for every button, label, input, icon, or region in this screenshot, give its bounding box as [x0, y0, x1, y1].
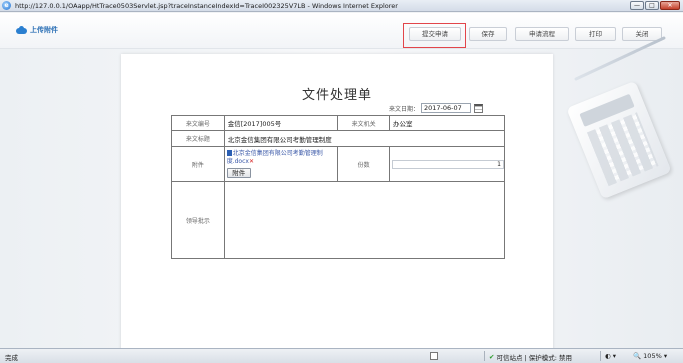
- doc-number-value: 金信[2017]005号: [223, 115, 339, 131]
- minimize-button[interactable]: —: [630, 1, 644, 10]
- org-label: 来文机关: [337, 115, 390, 131]
- globe-icon[interactable]: ◐ ▾: [605, 352, 616, 360]
- check-icon: ✔: [489, 353, 495, 361]
- app-content: 上传附件 提交申请 保存 申请流程 打印 关闭 文件处理单 来文日期： 2017…: [0, 13, 683, 348]
- attachment-cell: 北京金信集团有限公司考勤管理制度.docx✕ 附件: [223, 146, 339, 182]
- date-input[interactable]: 2017-06-07: [421, 103, 472, 113]
- save-button[interactable]: 保存: [469, 27, 507, 41]
- submit-application-button[interactable]: 提交申请: [409, 27, 461, 41]
- calendar-icon[interactable]: [474, 103, 484, 113]
- document-paper: 文件处理单 来文日期： 2017-06-07 来文编号 金信[2017]005号…: [121, 54, 553, 348]
- date-label: 来文日期：: [389, 105, 420, 113]
- zoom-level: 105%: [643, 352, 662, 360]
- status-bar: 完成 ✔ 可信站点 | 保护模式: 禁用 ◐ ▾ 🔍 105% ▾: [0, 348, 683, 363]
- attachment-link[interactable]: 北京金信集团有限公司考勤管理制度.docx✕: [226, 150, 336, 166]
- document-title: 文件处理单: [301, 88, 372, 103]
- status-separator-2: [600, 351, 601, 361]
- trusted-sites-zone: ✔ 可信站点 | 保护模式: 禁用: [489, 352, 572, 362]
- window-title: http://127.0.0.1/OAapp/HtTrace0503Servle…: [15, 1, 398, 10]
- decorative-calculator: [566, 80, 672, 200]
- maximize-button[interactable]: □: [645, 1, 659, 10]
- delete-attachment-icon[interactable]: ✕: [249, 158, 254, 165]
- application-flow-button[interactable]: 申请流程: [515, 27, 569, 41]
- trusted-sites-text: 可信站点 | 保护模式: 禁用: [496, 354, 573, 362]
- copies-cell: 1: [389, 146, 505, 182]
- date-row: 来文日期： 2017-06-07: [389, 103, 484, 113]
- window-controls: — □ ✕: [630, 1, 680, 10]
- close-window-button[interactable]: ✕: [660, 1, 680, 10]
- copies-label: 份数: [337, 146, 390, 182]
- status-separator: [484, 351, 485, 361]
- upload-label: 上传附件: [30, 26, 58, 34]
- org-value: 办公室: [389, 115, 505, 131]
- word-document-icon: [226, 150, 232, 156]
- doc-number-label: 来文编号: [171, 115, 225, 131]
- leader-comment-label: 领导批示: [171, 181, 225, 259]
- ie-logo-icon: e: [2, 1, 11, 10]
- attachment-file-name: 北京金信集团有限公司考勤管理制度.docx: [226, 150, 323, 165]
- status-done: 完成: [5, 354, 18, 362]
- page-status-icon: [430, 352, 438, 360]
- calculator-keys: [586, 112, 659, 187]
- print-button[interactable]: 打印: [575, 27, 616, 41]
- zoom-control[interactable]: 🔍 105% ▾: [633, 352, 667, 360]
- document-form-table: 来文编号 金信[2017]005号 来文机关 办公室 来文标题 北京金信集团有限…: [171, 115, 506, 259]
- subject-value: 北京金信集团有限公司考勤管理制度: [223, 130, 506, 147]
- upload-attachment-button[interactable]: 上传附件: [16, 25, 58, 35]
- attachment-label: 附件: [171, 146, 225, 182]
- copies-input[interactable]: 1: [392, 159, 504, 169]
- subject-label: 来文标题: [171, 130, 225, 147]
- attachment-button[interactable]: 附件: [226, 168, 251, 178]
- window-title-bar: e http://127.0.0.1/OAapp/HtTrace0503Serv…: [0, 0, 683, 12]
- toolbar: 上传附件 提交申请 保存 申请流程 打印 关闭: [0, 13, 683, 49]
- cloud-upload-icon: [16, 26, 27, 34]
- leader-comment-area[interactable]: [223, 181, 506, 259]
